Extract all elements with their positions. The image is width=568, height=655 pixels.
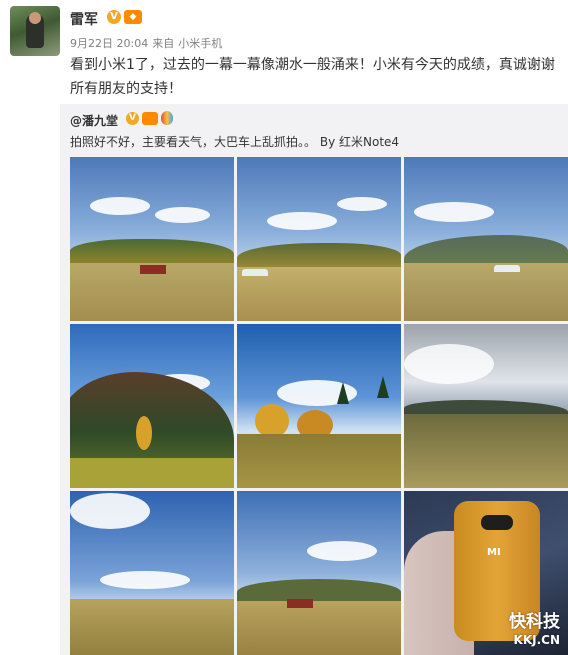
cloud [414,202,494,222]
repost-vip-icon [142,112,158,125]
pine-tree [377,376,389,398]
yellow-tree [255,404,289,438]
post-date[interactable]: 9月22日 20:04 [70,37,148,50]
vip-icon: ◆ [124,10,142,24]
yellow-tree [136,416,152,450]
cloud [307,541,377,561]
photo-2[interactable] [237,157,401,321]
watermark: 快科技 KKJ.CN [509,613,560,649]
pine-tree [337,382,349,404]
watermark-brand: 快科技 [509,612,560,632]
cloud [90,197,150,215]
watermark-domain: KKJ.CN [513,633,560,647]
repost-body: 拍照好不好，主要看天气，大巴车上乱抓拍。。 [70,135,317,149]
post-client[interactable]: 小米手机 [178,37,222,50]
camera-lens-icon [481,515,513,530]
photo-9[interactable]: MI 快科技 KKJ.CN [404,491,568,655]
field [237,434,401,488]
repost-author[interactable]: @潘九堂 [70,112,118,129]
via-label: 来自 [152,37,175,50]
repost-client[interactable]: 红米Note4 [339,135,399,149]
verified-icon: V [107,10,121,24]
photo-8[interactable] [237,491,401,655]
balloon-icon [161,111,173,125]
post-text: 看到小米1了，过去的一幕一幕像潮水一般涌来！小米有今天的成绩，真诚谢谢所有朋友的… [70,57,555,97]
barn [140,265,166,274]
photo-1[interactable] [70,157,234,321]
field [404,414,568,488]
repost-box: @潘九堂 V 拍照好不好，主要看天气，大巴车上乱抓拍。。 By 红米Note4 [60,104,568,655]
author-avatar[interactable] [10,6,60,56]
cloud [100,571,190,589]
field [70,458,234,488]
avatar-face [29,12,41,24]
cloud [404,344,494,384]
cloud [267,212,337,230]
author-name[interactable]: 雷军 [70,9,98,29]
photo-3[interactable] [404,157,568,321]
white-barn [494,265,520,272]
cloud [155,207,210,223]
field [237,601,401,655]
photo-6[interactable] [404,324,568,488]
barn [287,599,313,608]
field [70,599,234,655]
white-barn [242,269,268,276]
photo-5[interactable] [237,324,401,488]
repost-verified-icon: V [126,112,139,125]
post-meta: 9月22日 20:04 来自 小米手机 [70,35,226,51]
repost-text: 拍照好不好，主要看天气，大巴车上乱抓拍。。 By 红米Note4 [70,133,399,150]
repost-via: By [319,135,336,149]
weibo-post: 雷军 V ◆ 9月22日 20:04 来自 小米手机 看到小米1了，过去的一幕一幕像… [0,0,568,655]
photo-7[interactable] [70,491,234,655]
photo-4[interactable] [70,324,234,488]
cloud [70,493,150,529]
field [404,263,568,321]
cloud [337,197,387,211]
mi-logo: MI [487,547,501,558]
